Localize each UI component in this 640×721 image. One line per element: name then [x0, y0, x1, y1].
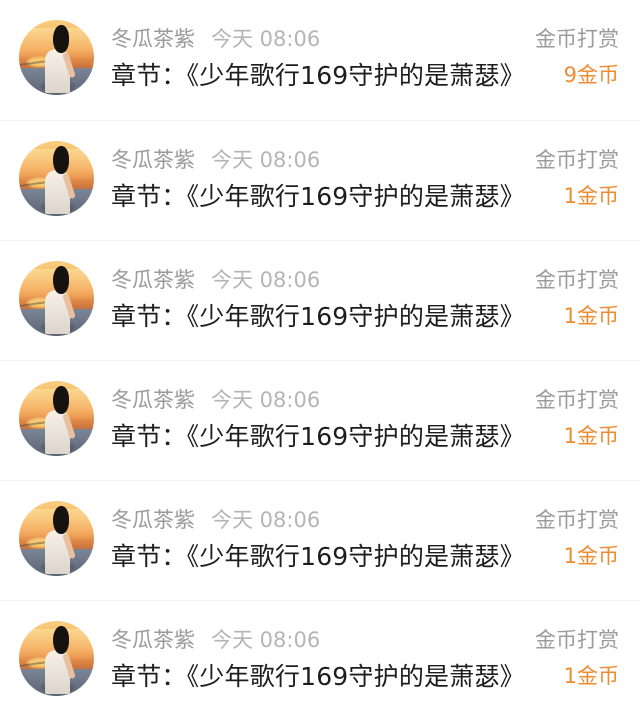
chapter-line: 章节：《少年歌行169守护的是萧瑟》	[111, 58, 525, 92]
user-avatar[interactable]	[19, 261, 94, 336]
reward-type-label: 金币打赏	[535, 627, 619, 652]
chapter-line: 章节：《少年歌行169守护的是萧瑟》	[111, 539, 525, 573]
user-avatar[interactable]	[19, 141, 94, 216]
coin-amount: 1金币	[563, 423, 619, 448]
tip-record[interactable]: 冬瓜茶紫 今天 08:06 金币打赏 章节：《少年歌行169守护的是萧瑟》 1金…	[0, 360, 640, 480]
reward-type-label: 金币打赏	[535, 387, 619, 412]
tip-record[interactable]: 冬瓜茶紫 今天 08:06 金币打赏 章节：《少年歌行169守护的是萧瑟》 1金…	[0, 480, 640, 600]
avatar-person-hair	[53, 146, 69, 174]
username[interactable]: 冬瓜茶紫	[111, 269, 195, 291]
avatar-person-hair	[53, 25, 69, 53]
user-avatar[interactable]	[19, 20, 94, 95]
username[interactable]: 冬瓜茶紫	[111, 509, 195, 531]
username[interactable]: 冬瓜茶紫	[111, 629, 195, 651]
record-meta: 冬瓜茶紫 今天 08:06	[111, 625, 320, 655]
record-meta: 冬瓜茶紫 今天 08:06	[111, 505, 320, 535]
record-meta: 冬瓜茶紫 今天 08:06	[111, 24, 320, 54]
reward-record-screen: 冬瓜茶紫 今天 08:06 金币打赏 章节：《少年歌行169守护的是萧瑟》 9金…	[0, 0, 640, 721]
coin-amount: 1金币	[563, 543, 619, 568]
chapter-title[interactable]: 章节：《少年歌行169守护的是萧瑟》	[111, 304, 525, 329]
user-avatar[interactable]	[19, 381, 94, 456]
tip-record[interactable]: 冬瓜茶紫 今天 08:06 金币打赏 章节：《少年歌行169守护的是萧瑟》 1金…	[0, 240, 640, 360]
user-avatar[interactable]	[19, 621, 94, 696]
username[interactable]: 冬瓜茶紫	[111, 28, 195, 50]
coin-amount: 1金币	[563, 183, 619, 208]
coin-amount: 9金币	[563, 62, 619, 87]
avatar-person-hair	[53, 506, 69, 534]
chapter-line: 章节：《少年歌行169守护的是萧瑟》	[111, 419, 525, 453]
timestamp: 今天 08:06	[211, 267, 321, 292]
timestamp: 今天 08:06	[211, 147, 321, 172]
timestamp: 今天 08:06	[211, 26, 321, 51]
record-meta: 冬瓜茶紫 今天 08:06	[111, 385, 320, 415]
timestamp: 今天 08:06	[211, 507, 321, 532]
reward-record-list: 冬瓜茶紫 今天 08:06 金币打赏 章节：《少年歌行169守护的是萧瑟》 9金…	[0, 0, 640, 721]
record-meta: 冬瓜茶紫 今天 08:06	[111, 265, 320, 295]
chapter-title[interactable]: 章节：《少年歌行169守护的是萧瑟》	[111, 63, 525, 88]
chapter-line: 章节：《少年歌行169守护的是萧瑟》	[111, 179, 525, 213]
chapter-title[interactable]: 章节：《少年歌行169守护的是萧瑟》	[111, 424, 525, 449]
tip-record[interactable]: 冬瓜茶紫 今天 08:06 金币打赏 章节：《少年歌行169守护的是萧瑟》 1金…	[0, 600, 640, 720]
username[interactable]: 冬瓜茶紫	[111, 389, 195, 411]
coin-amount: 1金币	[563, 303, 619, 328]
coin-amount: 1金币	[563, 663, 619, 688]
chapter-title[interactable]: 章节：《少年歌行169守护的是萧瑟》	[111, 664, 525, 689]
chapter-title[interactable]: 章节：《少年歌行169守护的是萧瑟》	[111, 184, 525, 209]
reward-type-label: 金币打赏	[535, 147, 619, 172]
record-meta: 冬瓜茶紫 今天 08:06	[111, 145, 320, 175]
reward-type-label: 金币打赏	[535, 267, 619, 292]
tip-record[interactable]: 冬瓜茶紫 今天 08:06 金币打赏 章节：《少年歌行169守护的是萧瑟》 9金…	[0, 0, 640, 120]
tip-record[interactable]: 冬瓜茶紫 今天 08:06 金币打赏 章节：《少年歌行169守护的是萧瑟》 1金…	[0, 120, 640, 240]
reward-type-label: 金币打赏	[535, 507, 619, 532]
avatar-person-hair	[53, 266, 69, 294]
user-avatar[interactable]	[19, 501, 94, 576]
username[interactable]: 冬瓜茶紫	[111, 149, 195, 171]
chapter-line: 章节：《少年歌行169守护的是萧瑟》	[111, 299, 525, 333]
timestamp: 今天 08:06	[211, 627, 321, 652]
reward-type-label: 金币打赏	[535, 26, 619, 51]
chapter-line: 章节：《少年歌行169守护的是萧瑟》	[111, 659, 525, 693]
avatar-person-hair	[53, 626, 69, 654]
timestamp: 今天 08:06	[211, 387, 321, 412]
avatar-person-hair	[53, 386, 69, 414]
chapter-title[interactable]: 章节：《少年歌行169守护的是萧瑟》	[111, 544, 525, 569]
